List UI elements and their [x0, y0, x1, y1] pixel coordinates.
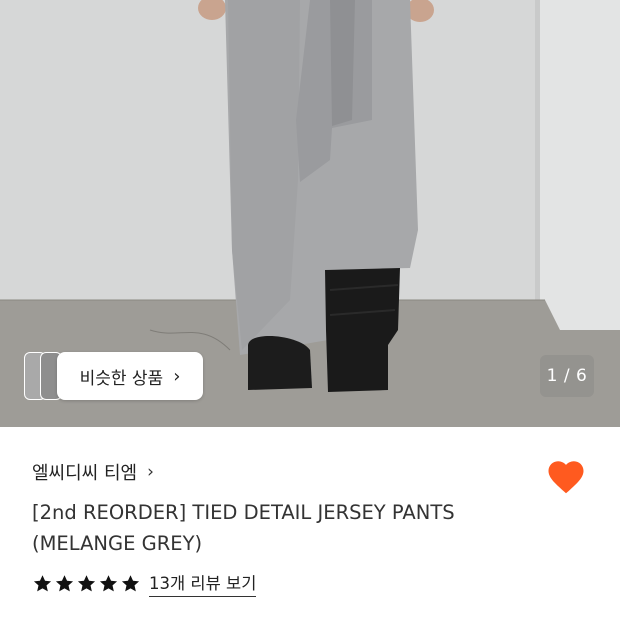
product-title-line1: [2nd REORDER] TIED DETAIL JERSEY PANTS	[32, 501, 455, 524]
star-icon	[33, 575, 52, 592]
star-icon	[55, 575, 74, 592]
chevron-right-icon: ›	[173, 365, 181, 387]
product-image-gallery[interactable]: 비슷한 상품 › 1 / 6	[0, 0, 620, 427]
rating-row: 13개 리뷰 보기	[32, 570, 257, 597]
star-icon	[99, 575, 118, 592]
similar-products-label: 비슷한 상품	[79, 368, 164, 389]
star-icon	[77, 575, 96, 592]
brand-link[interactable]: 엘씨디씨 티엠 ›	[32, 459, 154, 485]
product-title: [2nd REORDER] TIED DETAIL JERSEY PANTS (…	[32, 497, 502, 559]
similar-products-button[interactable]: 비슷한 상품 ›	[57, 352, 203, 400]
review-link[interactable]: 13개 리뷰 보기	[149, 570, 257, 597]
product-title-line2: (MELANGE GREY)	[32, 532, 203, 555]
star-icon	[121, 575, 140, 592]
brand-name: 엘씨디씨 티엠	[32, 463, 138, 484]
star-rating	[32, 573, 141, 594]
heart-icon[interactable]	[545, 456, 587, 498]
image-counter: 1 / 6	[540, 355, 594, 397]
chevron-right-icon: ›	[147, 462, 154, 482]
